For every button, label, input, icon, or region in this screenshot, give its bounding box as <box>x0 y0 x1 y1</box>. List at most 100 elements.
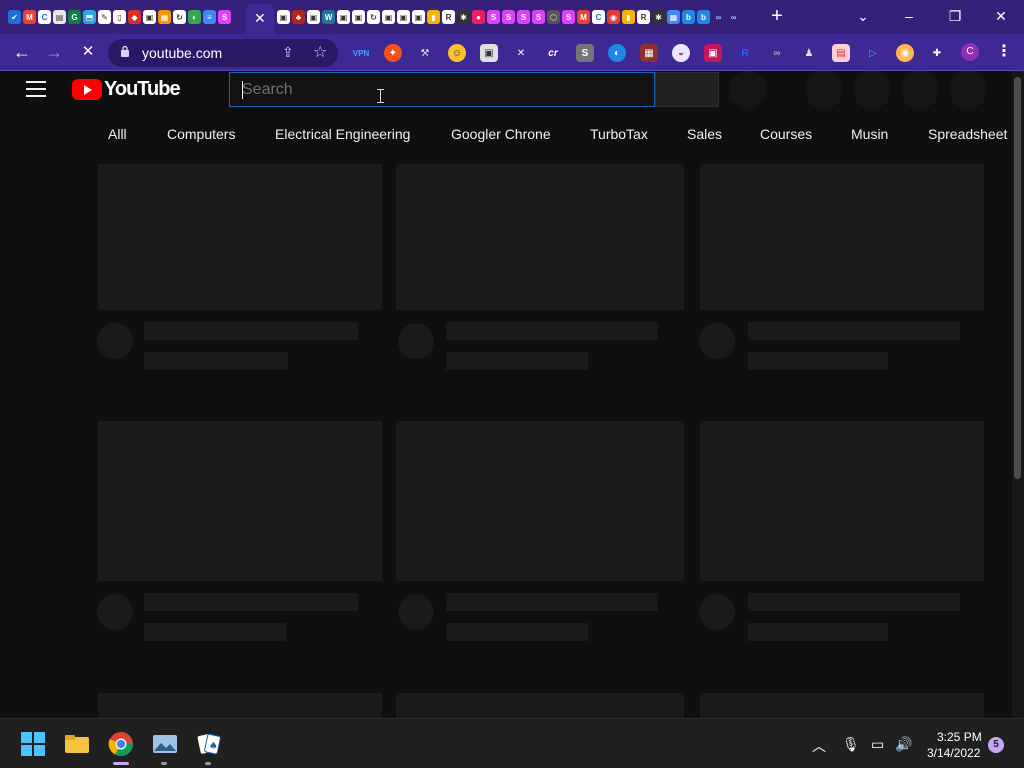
extension-icon[interactable]: R <box>736 44 754 62</box>
tab-favicon[interactable]: ▣ <box>412 10 425 24</box>
tab-favicon[interactable]: S <box>487 10 500 24</box>
tab-favicon[interactable]: R <box>442 10 455 24</box>
tab-favicon[interactable]: S <box>532 10 545 24</box>
tab-favicon[interactable]: ∞ <box>727 10 740 24</box>
extension-icon[interactable]: cr <box>544 44 562 62</box>
tab-favicon[interactable]: ▦ <box>667 10 680 24</box>
tab-favicon[interactable]: ▣ <box>307 10 320 24</box>
tab-favicon[interactable]: ▣ <box>143 10 156 24</box>
url-text[interactable]: youtube.com <box>142 45 222 61</box>
notification-badge[interactable]: 5 <box>988 737 1004 753</box>
tab-favicon[interactable]: ≡ <box>203 10 216 24</box>
extension-icon[interactable]: ◒ <box>672 44 690 62</box>
network-icon[interactable]: ▭ <box>871 736 884 753</box>
tab-favicon[interactable]: S <box>218 10 231 24</box>
tab-favicon[interactable]: ▣ <box>337 10 350 24</box>
stop-loading-button[interactable]: ✕ <box>77 42 99 62</box>
extension-icon[interactable]: ▣ <box>704 44 722 62</box>
tab-favicon[interactable]: G <box>68 10 81 24</box>
tab-favicon[interactable]: C <box>38 10 51 24</box>
tab-favicon[interactable]: S <box>502 10 515 24</box>
search-button[interactable] <box>655 72 719 107</box>
chip-spreadsheet[interactable]: Spreadsheet <box>928 117 1008 151</box>
chrome-icon[interactable] <box>108 731 134 757</box>
extension-icon[interactable]: ∞ <box>768 44 786 62</box>
tab-favicon[interactable]: ▣ <box>397 10 410 24</box>
extension-icon[interactable]: ▷ <box>864 44 882 62</box>
extension-icon[interactable]: ▦ <box>640 44 658 62</box>
photos-app-icon[interactable] <box>152 731 178 757</box>
extension-icon[interactable]: ◐ <box>608 44 626 62</box>
tab-favicon[interactable]: b <box>682 10 695 24</box>
tab-search-icon[interactable]: ⌄ <box>851 6 875 26</box>
tab-favicon-row-right[interactable]: ▣ ♣ ▣ W ▣ ▣ ↻ ▣ ▣ ▣ ▮ R ✱ ● S S S S ⬡ S … <box>277 9 742 25</box>
share-icon[interactable]: ⇪ <box>282 44 294 61</box>
extension-icon[interactable]: ✕ <box>512 44 530 62</box>
video-thumbnail-placeholder[interactable] <box>98 693 382 718</box>
gmail-tab-icon[interactable]: M <box>23 10 36 24</box>
tab-favicon[interactable]: ∞ <box>712 10 725 24</box>
chip-googler-chrone[interactable]: Googler Chrone <box>451 117 551 151</box>
video-thumbnail-placeholder[interactable] <box>396 421 684 581</box>
video-thumbnail-placeholder[interactable] <box>98 421 382 581</box>
doc-tab-icon[interactable]: ▯ <box>113 10 126 24</box>
profile-avatar[interactable]: C <box>961 43 979 61</box>
chip-music[interactable]: Musin <box>851 117 888 151</box>
tab-favicon[interactable]: S <box>562 10 575 24</box>
clock-time[interactable]: 3:25 PM <box>937 730 982 744</box>
tab-favicon[interactable]: R <box>637 10 650 24</box>
file-explorer-icon[interactable] <box>64 731 90 757</box>
gmail-tab-icon[interactable]: M <box>577 10 590 24</box>
tab-favicon[interactable]: ✔ <box>8 10 21 24</box>
tab-favicon[interactable]: b <box>697 10 710 24</box>
tab-favicon[interactable]: ⬒ <box>83 10 96 24</box>
scrollbar-thumb[interactable] <box>1014 77 1021 479</box>
chip-courses[interactable]: Courses <box>760 117 812 151</box>
forward-button[interactable]: → <box>43 42 65 62</box>
extension-icon[interactable]: ▣ <box>480 44 498 62</box>
close-window-button[interactable]: ✕ <box>989 6 1013 26</box>
tab-favicon[interactable]: ▣ <box>352 10 365 24</box>
hammer-extension-icon[interactable]: ⚒ <box>416 44 434 62</box>
extension-icon[interactable]: ♟ <box>800 44 818 62</box>
page-scrollbar[interactable] <box>1012 71 1024 718</box>
chip-turbotax[interactable]: TurboTax <box>590 117 648 151</box>
tab-favicon[interactable]: ▣ <box>382 10 395 24</box>
minimize-button[interactable]: – <box>897 6 921 26</box>
tab-favicon[interactable]: ● <box>472 10 485 24</box>
clock-date[interactable]: 3/14/2022 <box>927 746 980 760</box>
tab-favicon[interactable]: ♣ <box>292 10 305 24</box>
extension-icon[interactable]: ▤ <box>832 44 850 62</box>
chip-sales[interactable]: Sales <box>687 117 722 151</box>
tab-favicon[interactable]: ↻ <box>367 10 380 24</box>
video-thumbnail-placeholder[interactable] <box>700 421 984 581</box>
address-bar[interactable]: youtube.com ⇪ ☆ <box>108 39 338 67</box>
tab-favicon-row[interactable]: ✔ M C ▤ G ⬒ ✎ ▯ ◆ ▣ ▦ ↻ ◐ ≡ S <box>8 9 233 25</box>
tab-favicon[interactable]: ▮ <box>427 10 440 24</box>
video-thumbnail-placeholder[interactable] <box>396 693 684 718</box>
vpn-extension-icon[interactable]: VPN <box>352 44 370 62</box>
chip-electrical-engineering[interactable]: Electrical Engineering <box>275 117 410 151</box>
hamburger-menu-icon[interactable] <box>26 81 46 97</box>
microphone-icon[interactable]: 🎙 <box>842 736 860 753</box>
tab-favicon[interactable]: ▮ <box>622 10 635 24</box>
extension-icon[interactable]: ◉ <box>896 44 914 62</box>
tab-favicon[interactable]: ↻ <box>173 10 186 24</box>
solitaire-icon[interactable]: ♠ <box>196 731 222 757</box>
tab-favicon[interactable]: C <box>592 10 605 24</box>
tab-favicon[interactable]: ✎ <box>98 10 111 24</box>
video-thumbnail-placeholder[interactable] <box>700 164 984 310</box>
video-thumbnail-placeholder[interactable] <box>700 693 984 718</box>
search-input[interactable] <box>242 80 642 100</box>
chip-computers[interactable]: Computers <box>167 117 235 151</box>
video-thumbnail-placeholder[interactable] <box>98 164 382 310</box>
tab-favicon[interactable]: ◐ <box>188 10 201 24</box>
video-thumbnail-placeholder[interactable] <box>396 164 684 310</box>
active-tab[interactable]: ✕ <box>246 4 274 34</box>
windows-start-icon[interactable] <box>20 731 46 757</box>
puzzle-icon[interactable]: ✚ <box>928 44 946 62</box>
tab-favicon[interactable]: S <box>517 10 530 24</box>
tab-favicon[interactable]: ✱ <box>457 10 470 24</box>
menu-icon[interactable]: ⋮ <box>996 41 1012 61</box>
new-tab-button[interactable]: + <box>767 6 787 26</box>
